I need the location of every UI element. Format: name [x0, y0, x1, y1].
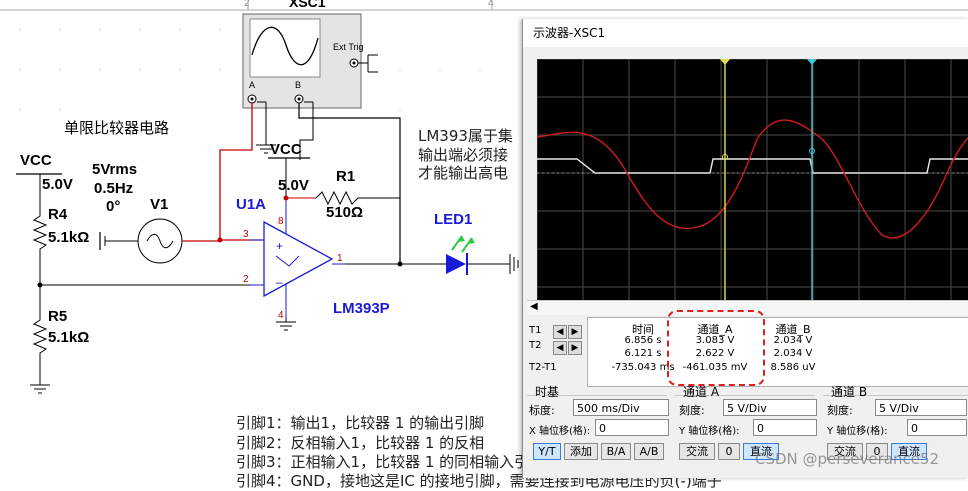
r5-name: R5 — [48, 308, 68, 325]
channel-a-highlight — [667, 310, 765, 386]
channel-a-scale-field[interactable]: 5 V/Div — [723, 399, 817, 416]
timebase-scale-label: 标度: — [529, 404, 555, 417]
note-line-1: LM393属于集 — [418, 127, 513, 145]
scope-channel-a-label: A — [249, 80, 256, 90]
note-line-3: 才能输出高电 — [418, 164, 509, 182]
channel-b-ypos-field[interactable]: 0 — [907, 419, 967, 436]
timebase-title: 时基 — [535, 385, 560, 399]
yt-mode-button[interactable]: Y/T — [533, 443, 561, 460]
pin-desc-3: 引脚3：正相输入1，比较器 1 的同相输入引脚 — [236, 453, 545, 471]
oscilloscope-window[interactable]: 示波器-XSC1 ◀ T1 T2 T2-T1 ◀ ▶ ◀ ▶ 时间 通道_A 通… — [522, 19, 968, 478]
channel-b-trace — [537, 158, 968, 174]
oscilloscope-display — [536, 58, 968, 305]
timebase-xpos-label: X 轴位移(格): — [529, 426, 591, 437]
channel-b-scale-label: 刻度: — [827, 404, 853, 417]
u1a-pin-1: 1 — [337, 253, 343, 264]
r1-value: 510Ω — [326, 204, 364, 221]
v1-name: V1 — [150, 196, 169, 213]
u1a-pin-8: 8 — [278, 216, 284, 227]
diff-ch-b: 8.586 uV — [770, 362, 816, 373]
channel-a-ac-button[interactable]: 交流 — [679, 443, 715, 460]
v1-amplitude: 5Vrms — [92, 161, 138, 178]
t1-label: T1 — [529, 325, 542, 336]
oscilloscope-title-bar[interactable]: 示波器-XSC1 — [523, 19, 968, 47]
t2-ch-b: 2.034 V — [773, 348, 813, 359]
readout-table: 时间 通道_A 通道_B 6.856 s 3.083 V 2.034 V 6.1… — [587, 310, 968, 387]
u1a-pin-3: 3 — [243, 229, 249, 240]
cursor-t2-handle[interactable] — [806, 58, 818, 65]
t1-move-left-icon[interactable]: ◀ — [553, 325, 567, 339]
v1-frequency: 0.5Hz — [94, 180, 134, 197]
circuit-title: 单限比较器电路 — [64, 119, 170, 137]
add-mode-button[interactable]: 添加 — [564, 443, 598, 460]
vcc-left-value: 5.0V — [42, 176, 73, 193]
svg-text:+: + — [276, 239, 283, 253]
ab-mode-button[interactable]: A/B — [634, 443, 664, 460]
u1a-pin-2: 2 — [243, 274, 249, 285]
channel-b-title: 通道 B — [831, 385, 868, 399]
t2-move-left-icon[interactable]: ◀ — [553, 341, 567, 355]
scope-ext-trig-label: Ext Trig — [333, 42, 364, 52]
r4-name: R4 — [48, 206, 68, 223]
ruler-scope-ref: XSC1 — [289, 0, 326, 10]
pin-desc-2: 引脚2：反相输入1，比较器 1 的反相 — [236, 434, 485, 452]
led1-name: LED1 — [434, 211, 473, 228]
channel-a-ypos-label: Y 轴位移(格): — [679, 426, 740, 437]
channel-a-trace — [536, 119, 968, 239]
screen-grid — [536, 58, 968, 305]
r5-value: 5.1kΩ — [48, 329, 90, 346]
watermark: CSDN @perseverance52 — [755, 450, 940, 468]
u1a-part: LM393P — [333, 300, 390, 317]
cursor-readout-panel: T1 T2 T2-T1 ◀ ▶ ◀ ▶ 时间 通道_A 通道_B 6.856 s… — [527, 310, 968, 387]
channel-a-title: 通道 A — [683, 385, 720, 399]
ba-mode-button[interactable]: B/A — [601, 443, 631, 460]
channel-b-scale-field[interactable]: 5 V/Div — [875, 399, 967, 416]
scroll-left-icon[interactable]: ◀ — [530, 301, 538, 312]
v1-phase: 0° — [106, 198, 121, 215]
scope-channel-b-label: B — [295, 80, 302, 90]
r4-value: 5.1kΩ — [48, 229, 90, 246]
channel-a-scale-label: 刻度: — [679, 404, 705, 417]
channel-b-ypos-label: Y 轴位移(格): — [827, 426, 888, 437]
timebase-scale-field[interactable]: 500 ms/Div — [573, 399, 669, 416]
vcc-top-label: VCC — [270, 141, 302, 158]
channel-a-zero-button[interactable]: 0 — [718, 443, 740, 460]
oscilloscope-title: 示波器-XSC1 — [533, 26, 606, 40]
pin-desc-1: 引脚1：输出1，比较器 1 的输出引脚 — [236, 414, 485, 432]
t1-move-right-icon[interactable]: ▶ — [568, 325, 582, 339]
ruler-mark-2: 2 — [244, 0, 250, 9]
t2-t1-label: T2-T1 — [529, 362, 557, 373]
vcc-top-value: 5.0V — [278, 177, 309, 194]
t2-label: T2 — [529, 340, 542, 351]
svg-text:–: – — [276, 275, 283, 289]
channel-a-ypos-field[interactable]: 0 — [753, 419, 817, 436]
timebase-xpos-field[interactable]: 0 — [595, 419, 669, 436]
ruler-mark-4: 4 — [488, 0, 494, 9]
u1a-name: U1A — [236, 196, 267, 213]
t1-ch-b: 2.034 V — [773, 335, 813, 346]
vcc-left-label: VCC — [20, 152, 52, 169]
t2-move-right-icon[interactable]: ▶ — [568, 341, 582, 355]
oscilloscope-screen[interactable] — [536, 58, 968, 305]
u1a-pin-4: 4 — [278, 310, 284, 321]
r1-name: R1 — [336, 168, 356, 185]
